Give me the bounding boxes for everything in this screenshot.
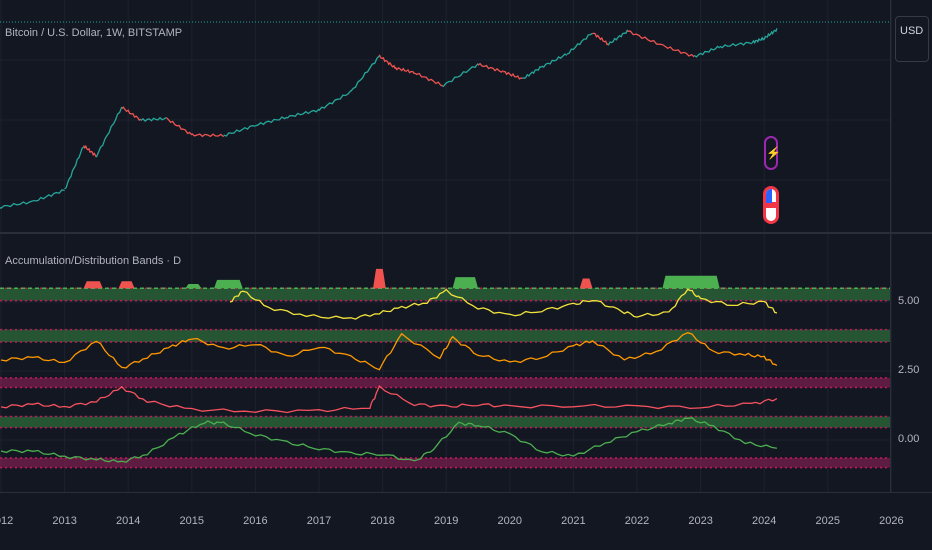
price-candles <box>763 28 778 40</box>
price-candles <box>662 43 695 58</box>
price-candles <box>566 32 593 55</box>
price-candles <box>414 72 444 87</box>
histogram-red <box>83 281 103 289</box>
time-tick: 2018 <box>370 515 395 527</box>
price-candles <box>592 32 609 46</box>
value-tick: 5.00 <box>898 295 920 307</box>
price-candles <box>719 41 752 49</box>
time-tick: 2015 <box>179 515 205 527</box>
price-candles <box>140 116 167 122</box>
series-red <box>0 385 778 414</box>
price-candles <box>64 146 85 190</box>
value-tick: 2.50 <box>898 364 920 376</box>
price-candles <box>541 53 568 68</box>
time-tick: 2013 <box>52 515 77 527</box>
lightning-icon[interactable]: ⚡ <box>764 136 781 170</box>
histogram-green <box>214 279 243 289</box>
price-candles <box>223 125 256 137</box>
price-candles <box>442 63 479 88</box>
price-candles <box>0 200 34 209</box>
price-candles <box>607 29 629 46</box>
band-magenta <box>0 377 890 388</box>
price-candles <box>477 62 504 73</box>
price-candles <box>503 70 523 80</box>
price-candles <box>286 108 320 119</box>
time-tick: 2020 <box>497 515 523 527</box>
band-magenta <box>0 457 890 468</box>
time-tick: 2012 <box>0 515 14 527</box>
time-tick: 2022 <box>624 515 650 527</box>
price-candles <box>83 144 97 158</box>
currency-button[interactable]: USD <box>895 16 929 62</box>
price-candles <box>751 36 765 45</box>
histogram-green <box>662 275 720 289</box>
price-candles <box>121 106 142 122</box>
time-tick: 2021 <box>561 515 586 527</box>
price-candles <box>378 54 396 70</box>
histogram-red <box>118 281 135 289</box>
price-axis[interactable]: USD <box>890 0 932 492</box>
histogram-green <box>185 284 202 289</box>
price-candles <box>32 189 65 202</box>
indicator-title: Accumulation/Distribution Bands · D <box>5 255 182 267</box>
histogram-red <box>373 268 386 289</box>
price-candles <box>394 66 415 75</box>
time-tick: 2016 <box>243 515 268 527</box>
time-tick: 2023 <box>688 515 713 527</box>
band-green <box>0 329 890 343</box>
chart-canvas[interactable] <box>0 0 932 550</box>
value-tick: 0.00 <box>898 433 920 445</box>
price-candles <box>693 45 721 58</box>
price-candles <box>627 30 663 46</box>
us-flag-icon[interactable] <box>763 186 779 224</box>
time-tick: 2019 <box>433 515 459 527</box>
band-green <box>0 416 890 428</box>
price-candles <box>255 116 288 127</box>
time-tick: 2025 <box>815 515 841 527</box>
symbol-title: Bitcoin / U.S. Dollar, 1W, BITSTAMP <box>5 27 183 39</box>
time-tick: 2017 <box>306 515 332 527</box>
time-tick: 2024 <box>751 515 777 527</box>
price-candles <box>522 65 542 79</box>
time-tick: 2014 <box>115 515 141 527</box>
price-candles <box>191 133 225 138</box>
time-tick: 2026 <box>879 515 904 527</box>
price-candles <box>350 55 380 92</box>
histogram-red <box>579 278 593 289</box>
time-axis[interactable]: 2012 2013 2014 2015 2016 2017 2018 2019 2020 2021… <box>0 492 932 550</box>
price-candles <box>318 90 352 112</box>
price-candles <box>95 106 123 158</box>
histogram-green <box>452 277 478 289</box>
